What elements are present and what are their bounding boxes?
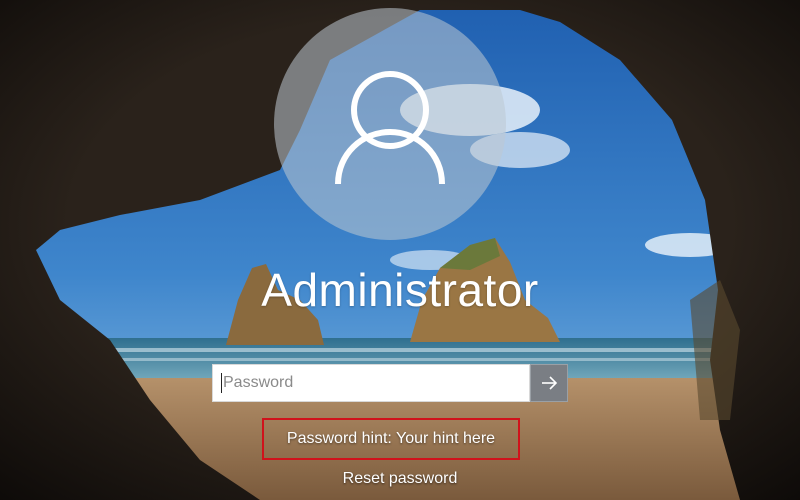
- password-row: [212, 364, 568, 402]
- user-icon: [335, 71, 445, 185]
- password-hint-highlight: Password hint: Your hint here: [262, 418, 520, 460]
- arrow-right-icon: [542, 376, 558, 390]
- password-input[interactable]: [212, 364, 530, 402]
- submit-button[interactable]: [530, 364, 568, 402]
- user-name: Administrator: [261, 264, 539, 316]
- password-hint: Password hint: Your hint here: [286, 430, 496, 447]
- text-caret: [221, 373, 222, 393]
- reset-password-link[interactable]: Reset password: [0, 470, 800, 488]
- user-avatar: [274, 8, 506, 240]
- lock-screen: Administrator Password hint: Your hint h…: [0, 0, 800, 500]
